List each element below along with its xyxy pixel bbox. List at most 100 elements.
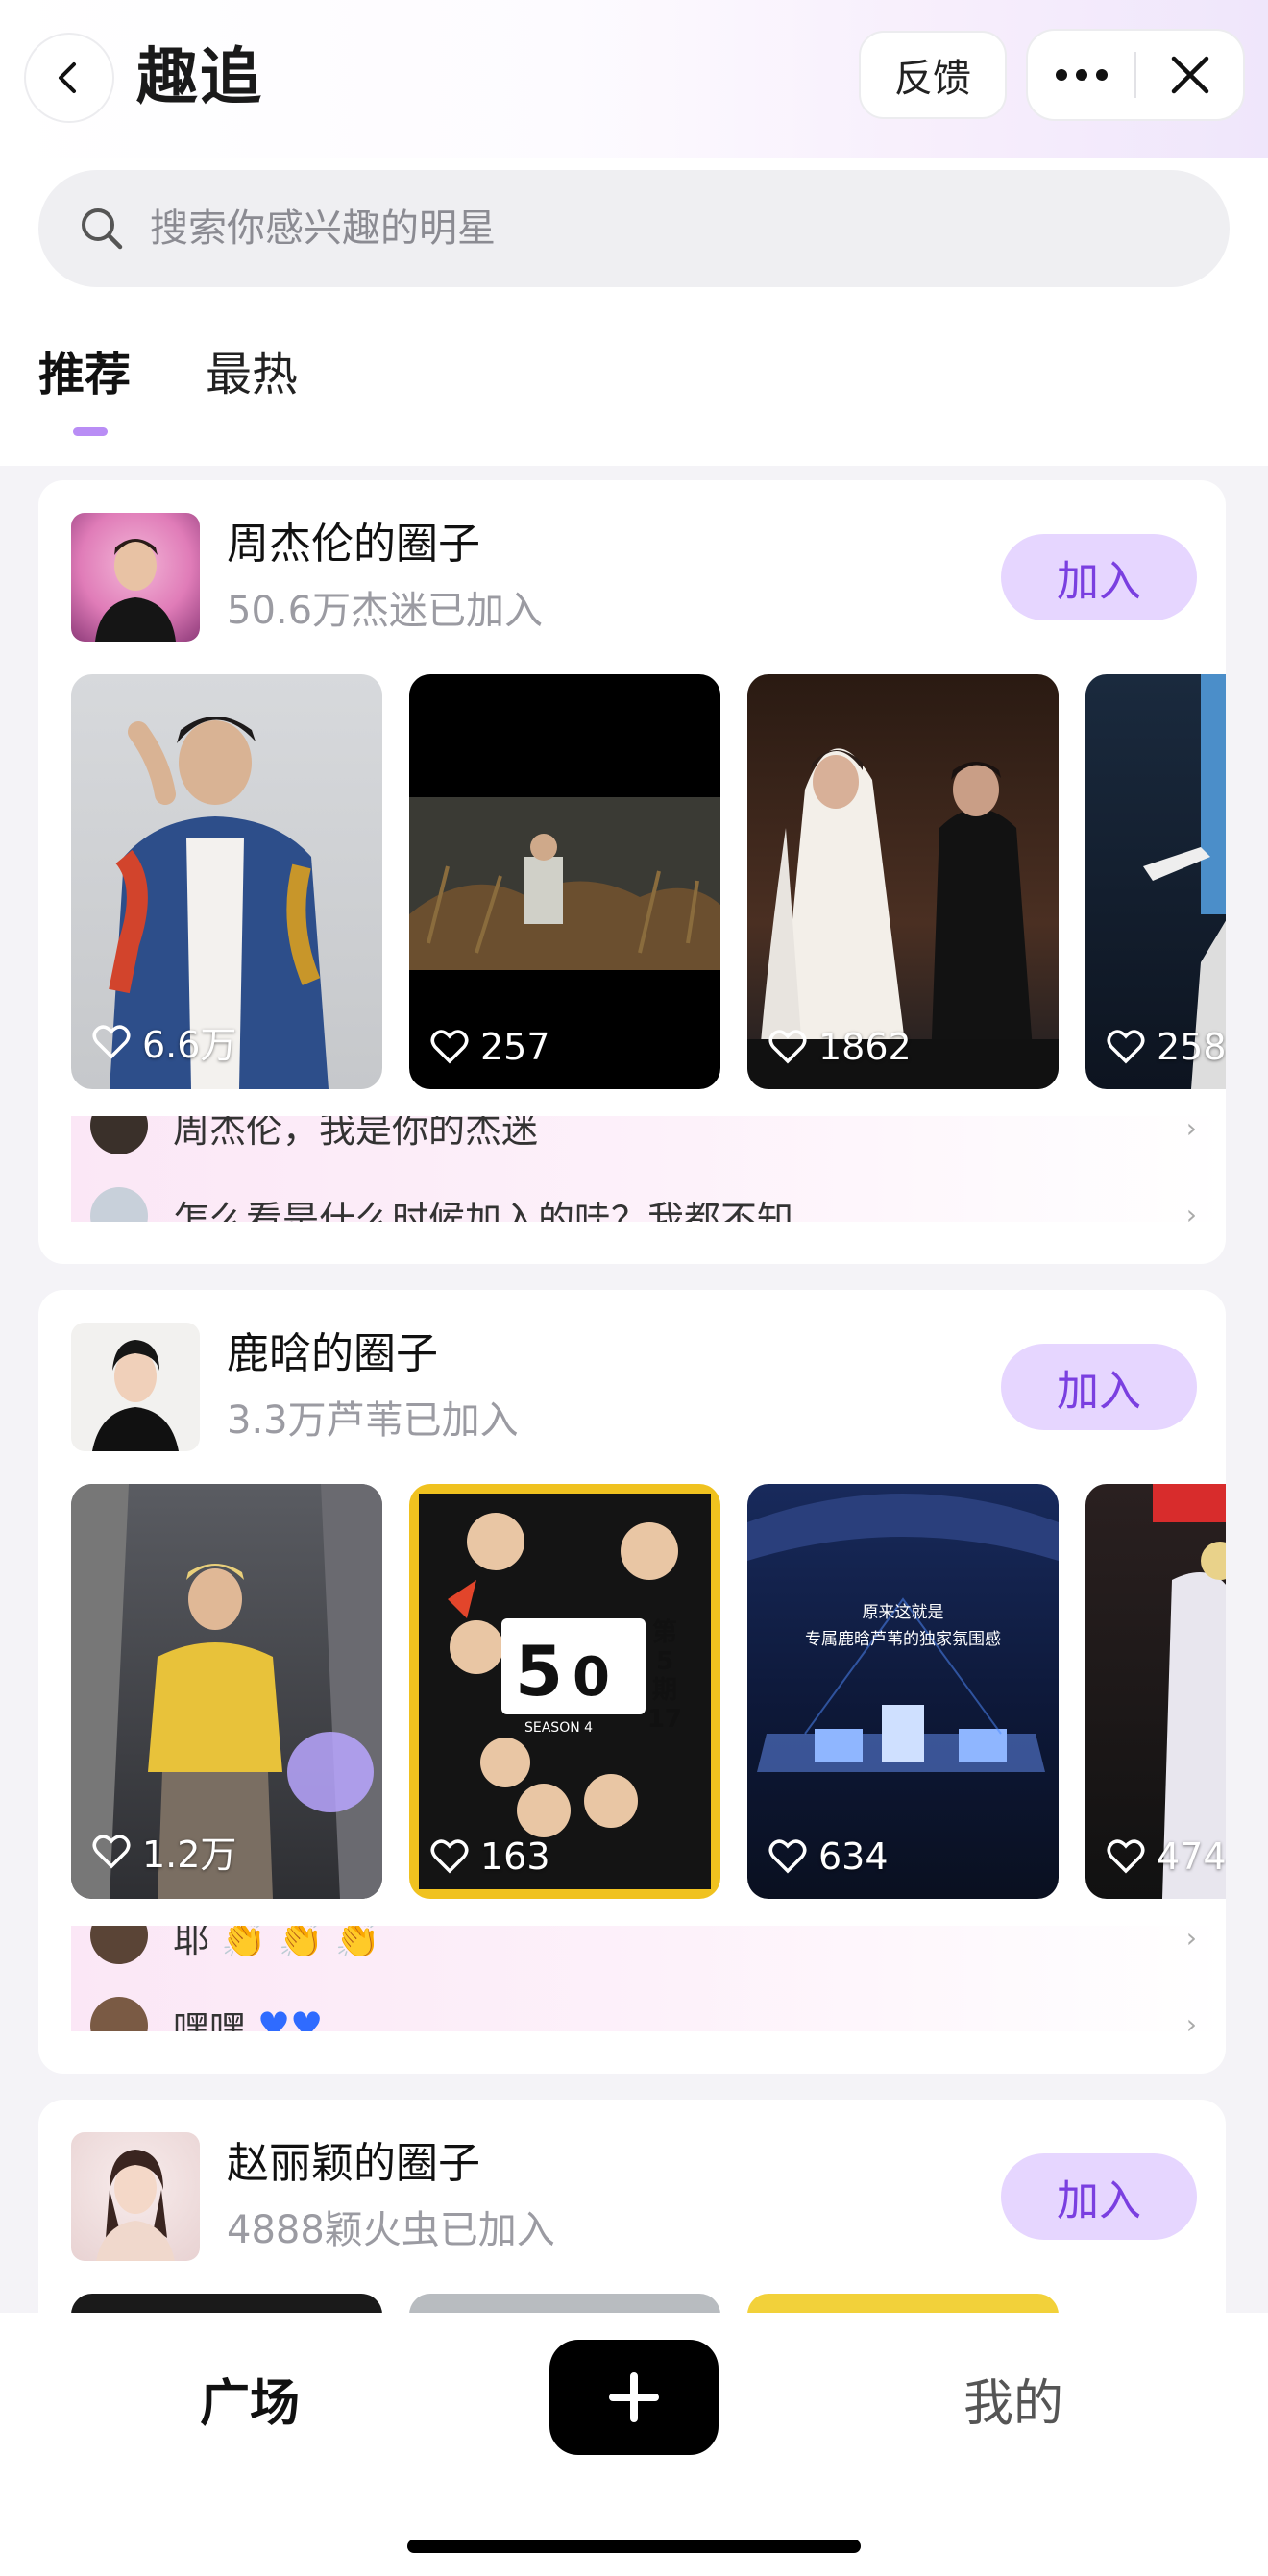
like-count-text: 634 xyxy=(818,1835,889,1878)
post-thumbnail[interactable]: 258 xyxy=(1085,674,1226,1089)
comment-ticker[interactable]: 周杰伦，我是你的杰迷 怎么看是什么时候加入的哇？我都不知 › › xyxy=(71,1116,1226,1222)
chevron-right-icon: › xyxy=(1185,1199,1197,1222)
feedback-button[interactable]: 反馈 xyxy=(859,31,1007,119)
home-indicator xyxy=(407,2540,861,2553)
more-button[interactable] xyxy=(1028,31,1134,119)
post-thumbnail[interactable]: 5 0 第 5 期 17 SEASON 4 163 xyxy=(409,1484,720,1899)
mini-program-capsule xyxy=(1026,29,1245,121)
circle-name: 鹿晗的圈子 xyxy=(227,1329,438,1378)
close-button[interactable] xyxy=(1136,31,1243,119)
close-icon xyxy=(1171,56,1208,94)
avatar xyxy=(90,1926,148,1964)
episode-label: 第 5 期 17 xyxy=(636,1618,694,1734)
like-count: 257 xyxy=(430,1026,550,1068)
like-count: 1862 xyxy=(768,1026,912,1068)
top-bar: 趣追 反馈 xyxy=(0,0,1268,158)
like-count: 474 xyxy=(1107,1835,1226,1878)
tab-bar: 推荐 最热 xyxy=(0,322,1268,466)
comment-item: 怎么看是什么时候加入的哇？我都不知 xyxy=(90,1185,793,1222)
person-silhouette xyxy=(96,2150,175,2261)
join-button[interactable]: 加入 xyxy=(1001,2153,1197,2240)
overlay-text: 原来这就是 xyxy=(862,1603,944,1622)
tab-hottest[interactable]: 最热 xyxy=(206,341,298,408)
heart-icon xyxy=(768,1839,807,1874)
search-bar[interactable] xyxy=(38,170,1230,287)
avatar[interactable] xyxy=(71,2132,200,2261)
circle-card[interactable]: 周杰伦的圈子 50.6万杰迷已加入 加入 6.6万 257 1862 258 周… xyxy=(38,480,1226,1264)
back-button[interactable] xyxy=(24,33,114,123)
like-count-text: 474 xyxy=(1157,1835,1226,1878)
overlay-text: 17 xyxy=(646,1705,683,1734)
comment-ticker[interactable]: 耶 👏 👏 👏 嘿嘿 ♥♥ › › xyxy=(71,1926,1226,2031)
overlay-text: 5 xyxy=(655,1647,674,1676)
comment-item: 周杰伦，我是你的杰迷 xyxy=(90,1116,538,1156)
like-count-text: 258 xyxy=(1157,1026,1226,1068)
post-thumbnail[interactable]: 原来这就是 专属鹿晗芦苇的独家氛围感 634 xyxy=(747,1484,1059,1899)
person-silhouette xyxy=(95,539,176,642)
member-count: 4888颖火虫已加入 xyxy=(227,2208,555,2252)
avatar xyxy=(90,1187,148,1222)
like-count-text: 1862 xyxy=(818,1026,912,1068)
comment-item: 耶 👏 👏 👏 xyxy=(90,1926,380,1966)
like-count: 163 xyxy=(430,1835,550,1878)
circle-card[interactable]: 鹿晗的圈子 3.3万芦苇已加入 加入 1.2万 5 0 第 5 期 17 SEA… xyxy=(38,1290,1226,2074)
post-carousel[interactable]: 1.2万 5 0 第 5 期 17 SEASON 4 163 原来这就是 专属鹿… xyxy=(71,1484,1226,1899)
person-silhouette xyxy=(92,1340,179,1451)
like-count: 6.6万 xyxy=(92,1015,236,1068)
blue-heart-icon: ♥♥ xyxy=(257,2005,324,2031)
comment-text: 周杰伦，我是你的杰迷 xyxy=(173,1116,539,1151)
plus-icon xyxy=(609,2372,659,2422)
heart-icon xyxy=(1107,1030,1145,1064)
heart-icon xyxy=(1107,1839,1145,1874)
chevron-right-icon: › xyxy=(1185,1116,1197,1144)
member-count: 3.3万芦苇已加入 xyxy=(227,1398,519,1443)
overlay-text: 专属鹿晗芦苇的独家氛围感 xyxy=(805,1630,1001,1649)
like-count: 258 xyxy=(1107,1026,1226,1068)
join-button[interactable]: 加入 xyxy=(1001,534,1197,620)
tab-recommended[interactable]: 推荐 xyxy=(38,341,131,408)
like-count-text: 1.2万 xyxy=(142,1834,237,1876)
comment-item: 嘿嘿 ♥♥ xyxy=(90,1995,323,2031)
heart-icon xyxy=(430,1030,469,1064)
tab-indicator xyxy=(73,427,108,436)
avatar xyxy=(90,1116,148,1154)
comment-text: 怎么看是什么时候加入的哇？我都不知 xyxy=(173,1198,794,1223)
search-input[interactable] xyxy=(150,207,1014,251)
heart-icon xyxy=(768,1030,807,1064)
svg-text:0: 0 xyxy=(573,1646,610,1709)
chevron-right-icon: › xyxy=(1185,1926,1197,1954)
app-screen: 趣追 反馈 推荐 最热 xyxy=(0,0,1268,2576)
more-dots-icon xyxy=(1055,69,1108,81)
search-section xyxy=(0,158,1268,322)
nav-plaza[interactable]: 广场 xyxy=(200,2363,300,2435)
post-thumbnail[interactable]: 6.6万 xyxy=(71,674,382,1089)
post-thumbnail[interactable]: 1.2万 xyxy=(71,1484,382,1899)
create-post-button[interactable] xyxy=(549,2340,719,2455)
avatar[interactable] xyxy=(71,513,200,642)
member-count: 50.6万杰迷已加入 xyxy=(227,589,544,633)
post-thumbnail[interactable]: 474 xyxy=(1085,1484,1226,1899)
search-icon xyxy=(82,208,123,250)
heart-icon xyxy=(92,1834,131,1868)
nav-mine[interactable]: 我的 xyxy=(963,2363,1063,2435)
overlay-text: 第 xyxy=(651,1618,677,1647)
like-count-text: 6.6万 xyxy=(142,1024,237,1066)
svg-text:5: 5 xyxy=(515,1631,563,1712)
comment-text: 嘿嘿 xyxy=(173,2007,247,2032)
bottom-nav: 广场 我的 xyxy=(0,2313,1268,2576)
post-thumbnail[interactable]: 257 xyxy=(409,674,720,1089)
chevron-right-icon: › xyxy=(1185,2008,1197,2031)
circle-name: 赵丽颖的圈子 xyxy=(227,2139,480,2188)
image-caption: 原来这就是 专属鹿晗芦苇的独家氛围感 xyxy=(747,1599,1059,1653)
circle-card[interactable]: 赵丽颖的圈子 4888颖火虫已加入 加入 xyxy=(38,2100,1226,2349)
like-count: 1.2万 xyxy=(92,1825,236,1878)
heart-icon xyxy=(92,1024,131,1058)
avatar[interactable] xyxy=(71,1323,200,1451)
join-button[interactable]: 加入 xyxy=(1001,1344,1197,1430)
like-count-text: 257 xyxy=(480,1026,550,1068)
post-carousel[interactable]: 6.6万 257 1862 258 xyxy=(71,674,1226,1089)
post-thumbnail[interactable]: 1862 xyxy=(747,674,1059,1089)
overlay-text: 期 xyxy=(651,1676,677,1705)
comment-text: 耶 👏 👏 👏 xyxy=(173,1926,381,1960)
season-label: SEASON 4 xyxy=(524,1720,594,1736)
